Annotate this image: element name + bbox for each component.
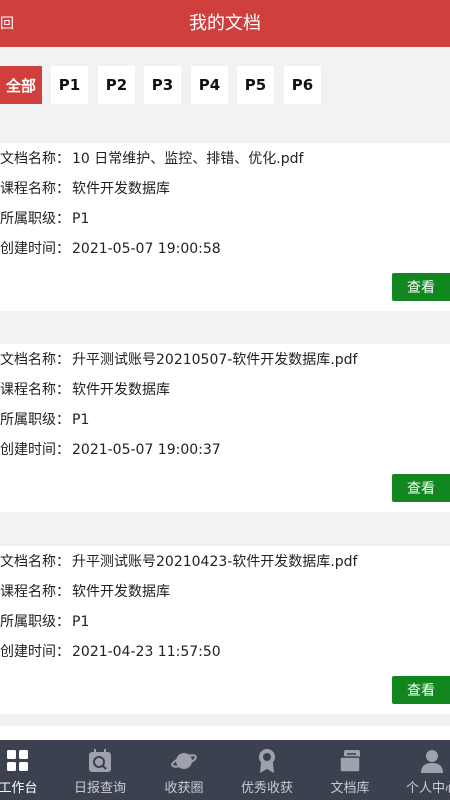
created-row: 创建时间： 2021-04-23 11:57:50	[0, 642, 221, 662]
filter-p6[interactable]: P6	[284, 66, 321, 104]
tab-label: 优秀收获	[240, 781, 293, 796]
created-row: 创建时间： 2021-05-07 19:00:58	[0, 239, 221, 259]
tab-excellent-harvest[interactable]: 优秀收获	[227, 740, 307, 800]
filter-p3[interactable]: P3	[144, 66, 181, 104]
filter-p4[interactable]: P4	[191, 66, 228, 104]
created-value: 2021-05-07 19:00:58	[72, 241, 221, 257]
created-value: 2021-05-07 19:00:37	[72, 442, 221, 458]
tab-harvest-circle[interactable]: 收获圈	[144, 740, 224, 800]
level-row: 所属职级： P1	[0, 410, 89, 430]
tab-document-library[interactable]: 文档库	[310, 740, 390, 800]
view-button[interactable]: 查看	[392, 474, 450, 502]
created-row: 创建时间： 2021-05-07 19:00:37	[0, 440, 221, 460]
created-label: 创建时间：	[0, 241, 70, 257]
level-row: 所属职级： P1	[0, 209, 89, 229]
document-card: 文档名称： 升平测试账号20210423-软件开发数据库.pdf 课程名称： 软件开…	[0, 546, 450, 714]
document-card: 文档名称： 10 日常维护、监控、排错、优化.pdf 课程名称： 软件开发数据库 所…	[0, 143, 450, 311]
document-card: 文档名称： 升平测试账号20210507-软件开发数据库.pdf 课程名称： 软件开…	[0, 344, 450, 512]
level-label: 所属职级：	[0, 211, 70, 227]
course-label: 课程名称：	[0, 382, 70, 398]
doc-name-value: 升平测试账号20210507-软件开发数据库.pdf	[72, 352, 358, 368]
bottom-tab-bar: 工作台 日报查询 收获圈 优秀收获 文档库 个人中心	[0, 740, 450, 800]
course-value: 软件开发数据库	[72, 382, 170, 398]
level-label: 所属职级：	[0, 412, 70, 428]
course-value: 软件开发数据库	[72, 584, 170, 600]
view-button[interactable]: 查看	[392, 676, 450, 704]
doc-name-label: 文档名称：	[0, 352, 70, 368]
tab-label: 个人中心	[405, 781, 450, 796]
tab-label: 日报查询	[73, 781, 126, 796]
tab-label: 工作台	[0, 781, 38, 796]
tab-label: 文档库	[330, 781, 370, 796]
created-label: 创建时间：	[0, 442, 70, 458]
course-row: 课程名称： 软件开发数据库	[0, 380, 170, 400]
course-value: 软件开发数据库	[72, 181, 170, 197]
filter-p2[interactable]: P2	[98, 66, 135, 104]
user-icon	[392, 747, 450, 775]
document-library-icon	[310, 747, 390, 775]
level-value: P1	[72, 412, 90, 428]
level-row: 所属职级： P1	[0, 612, 89, 632]
app-header: 回 我的文档	[0, 0, 450, 47]
tab-workbench[interactable]: 工作台	[0, 740, 58, 800]
course-label: 课程名称：	[0, 181, 70, 197]
course-row: 课程名称： 软件开发数据库	[0, 582, 170, 602]
course-row: 课程名称： 软件开发数据库	[0, 179, 170, 199]
doc-name-label: 文档名称：	[0, 151, 70, 167]
filter-all[interactable]: 全部	[0, 66, 42, 104]
created-value: 2021-04-23 11:57:50	[72, 644, 221, 660]
doc-name-label: 文档名称：	[0, 554, 70, 570]
doc-name-value: 10 日常维护、监控、排错、优化.pdf	[72, 151, 304, 167]
course-label: 课程名称：	[0, 584, 70, 600]
page-title: 我的文档	[189, 13, 261, 34]
tab-label: 收获圈	[164, 781, 204, 796]
doc-name-row: 文档名称： 10 日常维护、监控、排错、优化.pdf	[0, 149, 303, 169]
tab-report-search[interactable]: 日报查询	[60, 740, 140, 800]
planet-icon	[144, 747, 224, 775]
view-button[interactable]: 查看	[392, 273, 450, 301]
level-value: P1	[72, 211, 90, 227]
report-search-icon	[60, 747, 140, 775]
doc-name-row: 文档名称： 升平测试账号20210423-软件开发数据库.pdf	[0, 552, 357, 572]
doc-name-row: 文档名称： 升平测试账号20210507-软件开发数据库.pdf	[0, 350, 357, 370]
level-filter-bar: 全部 P1 P2 P3 P4 P5 P6	[0, 47, 450, 123]
medal-icon	[227, 747, 307, 775]
tab-profile[interactable]: 个人中心	[392, 740, 450, 800]
document-card-partial	[0, 726, 450, 740]
level-label: 所属职级：	[0, 614, 70, 630]
grid-icon	[0, 747, 58, 775]
level-value: P1	[72, 614, 90, 630]
doc-name-value: 升平测试账号20210423-软件开发数据库.pdf	[72, 554, 358, 570]
created-label: 创建时间：	[0, 644, 70, 660]
filter-p5[interactable]: P5	[237, 66, 274, 104]
filter-p1[interactable]: P1	[51, 66, 88, 104]
